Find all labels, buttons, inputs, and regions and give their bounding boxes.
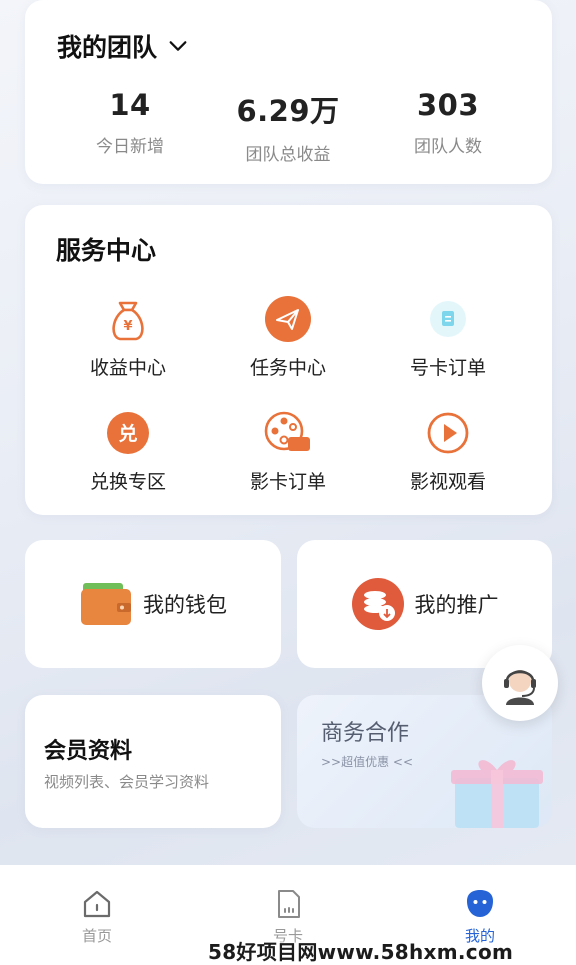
service-item-label: 任务中心 [249,357,326,379]
profile-icon [467,890,493,917]
play-icon [427,412,469,454]
stat-today-new[interactable]: 14 今日新增 [55,88,205,157]
business-subtitle: >>超值优惠 << [321,755,414,769]
sim-card-icon [278,890,300,918]
team-title: 我的团队 [57,33,158,62]
service-item-label: 号卡订单 [409,357,486,379]
service-item-exchange-zone[interactable]: 兑 兑换专区 [58,407,198,494]
money-bag-icon: ¥ [112,301,144,341]
stat-label: 团队总收益 [245,145,331,165]
wallet-label: 我的钱包 [143,593,227,617]
sim-card-icon [430,301,466,337]
customer-service-button[interactable] [482,645,558,721]
promotion-label: 我的推广 [414,593,499,617]
stat-team-members[interactable]: 303 团队人数 [373,88,523,157]
service-item-sim-orders[interactable]: 号卡订单 [378,293,518,380]
service-item-watch-video[interactable]: 影视观看 [378,407,518,494]
gift-box-icon [451,760,543,828]
stat-label: 今日新增 [96,137,164,157]
service-item-label: 收益中心 [89,357,166,379]
service-item-label: 兑换专区 [89,471,166,493]
service-item-label: 影卡订单 [249,471,326,493]
home-icon [83,890,111,918]
svg-text:¥: ¥ [123,319,132,334]
service-item-task-center[interactable]: 任务中心 [218,293,358,380]
chevron-down-icon [169,41,187,51]
watermark-text: 58好项目网www.58hxm.com [208,940,514,964]
service-center-title: 服务中心 [56,236,157,265]
wallet-icon [81,583,131,625]
customer-service-icon [504,670,536,705]
exchange-icon: 兑 [107,412,149,454]
service-item-income-center[interactable]: ¥ 收益中心 [58,293,198,380]
team-title-toggle[interactable]: 我的团队 [57,28,189,64]
coins-icon [351,578,404,630]
wallet-card[interactable]: 我的钱包 [25,540,281,668]
member-materials-card[interactable]: 会员资料 视频列表、会员学习资料 [25,695,281,828]
stat-team-income[interactable]: 6.29万 团队总收益 [213,88,363,165]
team-card: 我的团队 14 今日新增 6.29万 团队总收益 303 团队人数 [25,0,552,184]
stat-value: 14 [109,88,151,122]
service-item-label: 影视观看 [409,471,486,493]
paper-plane-icon [265,296,311,342]
nav-item-home[interactable]: 首页 [57,887,137,946]
business-title: 商务合作 [321,721,410,746]
film-reel-icon [264,411,310,451]
stat-label: 团队人数 [414,137,482,157]
svg-text:兑: 兑 [118,422,137,445]
stat-value: 303 [416,88,480,122]
member-subtitle: 视频列表、会员学习资料 [44,773,210,791]
service-item-film-orders[interactable]: 影卡订单 [218,407,358,494]
member-title: 会员资料 [44,739,133,764]
service-center-card: 服务中心 ¥ 收益中心 任务中心 号卡订单 兑 兑换专区 影卡订单 影视观看 [25,205,552,515]
stat-value: 6.29万 [236,94,340,128]
nav-label: 首页 [81,927,112,945]
